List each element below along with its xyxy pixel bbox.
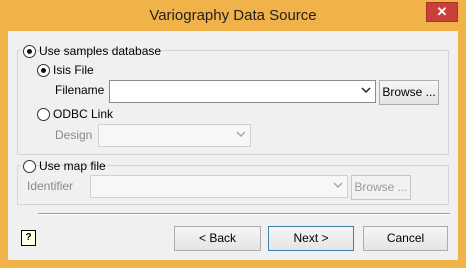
isis-file-radio[interactable] — [37, 64, 50, 77]
chevron-down-icon[interactable] — [361, 85, 371, 95]
title-bar[interactable]: Variography Data Source ✕ — [1, 1, 465, 31]
map-file-label: Use map file — [39, 159, 106, 173]
identifier-combo[interactable] — [90, 175, 348, 198]
samples-database-label: Use samples database — [39, 44, 162, 58]
isis-file-label: Isis File — [53, 63, 94, 77]
odbc-link-radio[interactable] — [37, 108, 50, 121]
help-icon[interactable]: ? — [21, 230, 36, 246]
identifier-label: Identifier — [27, 179, 74, 193]
close-icon[interactable]: ✕ — [426, 2, 458, 22]
cancel-button[interactable]: Cancel — [363, 226, 448, 251]
identifier-browse-button[interactable]: Browse ... — [351, 175, 411, 200]
filename-label: Filename — [55, 83, 105, 97]
chevron-down-icon — [333, 182, 343, 189]
dialog-window: Variography Data Source ✕ Use samples da… — [0, 0, 466, 268]
isis-file-option[interactable]: Isis File — [37, 63, 127, 77]
dialog-body: Use samples database Isis File Filename … — [8, 31, 458, 260]
window-title: Variography Data Source — [149, 7, 317, 24]
design-combo[interactable] — [98, 124, 251, 147]
samples-database-radio[interactable] — [23, 45, 36, 58]
samples-database-option[interactable]: Use samples database — [21, 44, 161, 58]
filename-browse-button[interactable]: Browse ... — [379, 80, 439, 105]
map-file-option[interactable]: Use map file — [21, 159, 106, 173]
footer-separator — [38, 213, 450, 215]
next-button[interactable]: Next > — [268, 226, 354, 251]
chevron-down-icon — [236, 131, 246, 138]
filename-combo[interactable] — [109, 80, 376, 103]
back-button[interactable]: < Back — [174, 226, 261, 251]
design-label: Design — [55, 128, 93, 142]
map-file-radio[interactable] — [23, 160, 36, 173]
odbc-link-label: ODBC Link — [53, 107, 114, 121]
odbc-link-option[interactable]: ODBC Link — [37, 107, 137, 121]
